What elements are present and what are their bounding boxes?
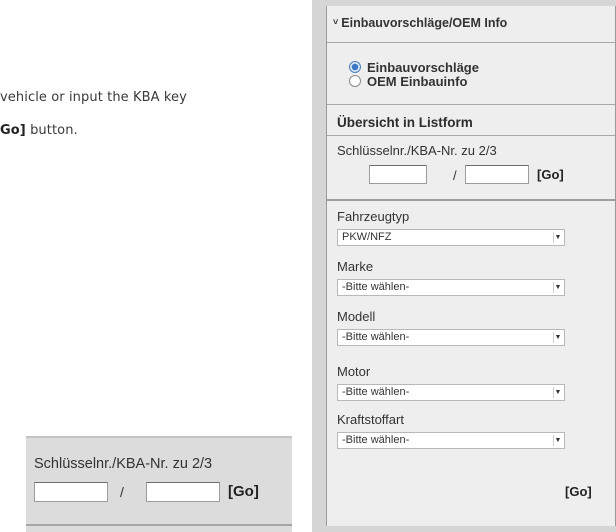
kba-detail-zoom: Schlüsselnr./KBA-Nr. zu 2/3 / [Go] [26,436,292,532]
oem-info-panel-frame: ˅ Einbauvorschläge/OEM Info Einbauvorschl… [312,0,616,532]
detail-top-border [26,436,292,438]
radio-unselected-icon[interactable] [349,75,361,87]
panel-header[interactable]: ˅ Einbauvorschläge/OEM Info [327,16,615,38]
kba-label: Schlüsselnr./KBA-Nr. zu 2/3 [337,143,497,158]
detail-tsn-input[interactable] [146,482,220,502]
instruction-line-1: vehicle or input the KBA key [0,90,187,105]
radio-oem-einbauinfo[interactable]: OEM Einbauinfo [349,74,467,90]
fahrzeugtyp-label: Fahrzeugtyp [337,209,410,224]
detail-go-button[interactable]: [Go] [228,483,259,500]
listform-link[interactable]: Übersicht in Listform [337,115,473,130]
dropdown-arrow-icon[interactable]: ▼ [553,435,562,446]
radio-selected-icon[interactable] [349,61,361,73]
instruction-go-reference: Go] [0,123,26,138]
filters-go-button[interactable]: [Go] [565,484,592,499]
detail-kba-label: Schlüsselnr./KBA-Nr. zu 2/3 [34,456,213,472]
kba-hsn-input[interactable] [369,165,427,184]
kba-go-button[interactable]: [Go] [537,167,564,182]
detail-hsn-input[interactable] [34,482,108,502]
oem-info-panel: ˅ Einbauvorschläge/OEM Info Einbauvorschl… [326,6,616,526]
instruction-line-2-rest: button. [25,123,78,138]
radio-label: Einbauvorschläge [367,60,479,75]
chevron-down-icon[interactable]: ˅ [333,17,338,27]
modell-select[interactable]: -Bitte wählen- ▼ [337,329,565,346]
section-divider [327,135,615,136]
motor-select[interactable]: -Bitte wählen- ▼ [337,384,565,401]
select-value: PKW/NFZ [342,231,392,243]
marke-select[interactable]: -Bitte wählen- ▼ [337,279,565,296]
detail-separator: / [120,484,124,500]
kraftstoffart-label: Kraftstoffart [337,412,404,427]
radio-label: OEM Einbauinfo [367,74,468,89]
modell-label: Modell [337,309,376,324]
kba-tsn-input[interactable] [465,165,529,184]
fahrzeugtyp-select[interactable]: PKW/NFZ ▼ [337,229,565,246]
panel-header-title: Einbauvorschläge/OEM Info [341,16,508,30]
dropdown-arrow-icon[interactable]: ▼ [553,387,562,398]
section-divider [327,199,615,201]
dropdown-arrow-icon[interactable]: ▼ [553,332,562,343]
dropdown-arrow-icon[interactable]: ▼ [553,282,562,293]
dropdown-arrow-icon[interactable]: ▼ [553,232,562,243]
select-value: -Bitte wählen- [342,281,410,293]
kraftstoffart-select[interactable]: -Bitte wählen- ▼ [337,432,565,449]
marke-label: Marke [337,259,374,274]
select-value: -Bitte wählen- [342,386,410,398]
instruction-line-2: Go] button. [0,123,78,138]
select-value: -Bitte wählen- [342,331,410,343]
section-divider [327,104,615,105]
header-divider [327,42,615,43]
kba-separator: / [453,168,457,183]
detail-bottom-border [26,524,292,526]
motor-label: Motor [337,364,371,379]
select-value: -Bitte wählen- [342,434,410,446]
